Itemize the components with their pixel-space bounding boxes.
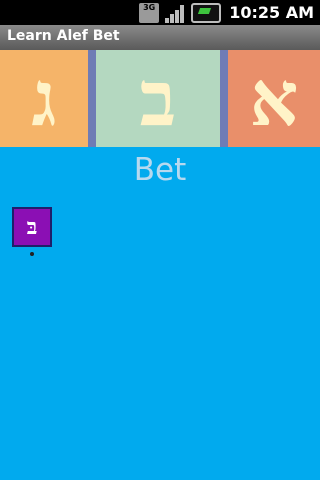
letters-banner: ג ב א xyxy=(0,50,320,147)
page-indicator-dot xyxy=(30,252,34,256)
tile-bet: ב xyxy=(88,50,228,147)
status-bar: 3G 10:25 AM xyxy=(0,0,320,25)
3g-icon: 3G xyxy=(139,2,160,23)
letter-glyph: בּ xyxy=(26,214,38,240)
letter-name: Bet xyxy=(133,152,187,188)
letter-bet-button[interactable]: בּ xyxy=(12,207,52,247)
tile-gimel: ג xyxy=(0,50,88,147)
battery-icon xyxy=(191,2,222,23)
status-clock: 10:25 AM xyxy=(229,3,314,22)
tile-letter: א xyxy=(249,53,299,143)
title-bar: Learn Alef Bet xyxy=(0,25,320,51)
tile-letter: ג xyxy=(31,53,57,143)
tile-alef: א xyxy=(228,50,320,147)
app-title: Learn Alef Bet xyxy=(7,28,120,44)
status-icons: 3G 10:25 AM xyxy=(139,0,314,25)
signal-icon xyxy=(165,3,185,23)
tile-letter: ב xyxy=(139,53,177,143)
